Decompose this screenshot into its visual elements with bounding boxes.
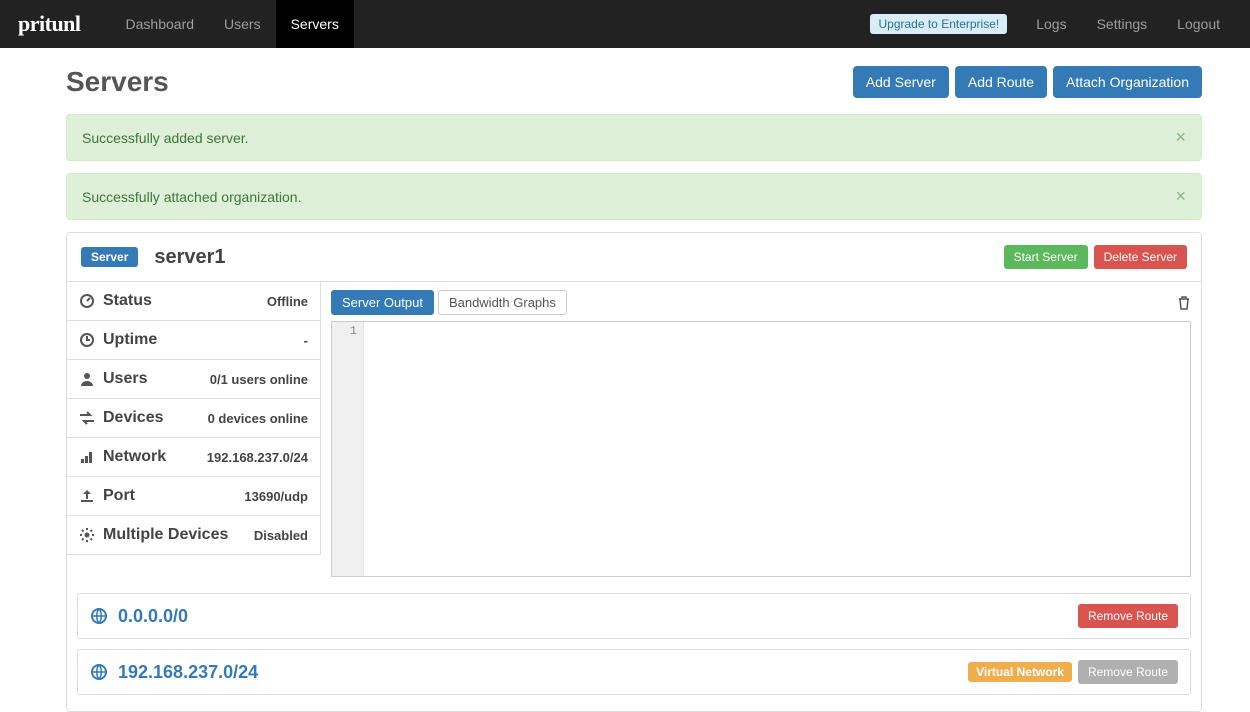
remove-route-button[interactable]: Remove Route [1078,660,1178,684]
close-icon[interactable]: × [1175,186,1186,207]
nav-dashboard[interactable]: Dashboard [111,0,210,48]
nav-servers[interactable]: Servers [276,0,354,48]
top-navbar: pritunl Dashboard Users Servers Upgrade … [0,0,1250,48]
stat-devices: Devices 0 devices online [67,399,321,438]
add-route-button[interactable]: Add Route [955,66,1047,98]
route-cidr: 0.0.0.0/0 [118,606,188,627]
stat-value: 13690/udp [244,489,308,504]
server-panel-header: Server server1 Start Server Delete Serve… [67,233,1201,282]
server-stats: Status Offline Uptime - Users 0/1 users … [67,282,321,587]
nav-settings[interactable]: Settings [1082,0,1163,48]
page-title: Servers [66,66,169,98]
server-tag: Server [81,247,138,267]
route-row: 192.168.237.0/24 Virtual Network Remove … [77,649,1191,695]
globe-icon [90,607,108,625]
nav-right: Upgrade to Enterprise! Logs Settings Log… [870,0,1235,48]
remove-route-button[interactable]: Remove Route [1078,604,1178,628]
server-output-area: Server Output Bandwidth Graphs 1 [321,282,1201,587]
stat-label: Status [103,292,152,310]
brand-logo: pritunl [0,11,111,37]
attach-organization-button[interactable]: Attach Organization [1053,66,1202,98]
nav-logout[interactable]: Logout [1162,0,1235,48]
clock-icon [79,332,97,348]
start-server-button[interactable]: Start Server [1004,245,1088,269]
routes-list: 0.0.0.0/0 Remove Route 192.168.237.0/24 … [67,587,1201,711]
globe-icon [90,663,108,681]
add-server-button[interactable]: Add Server [853,66,949,98]
nav-logs[interactable]: Logs [1021,0,1081,48]
stat-label: Devices [103,409,164,427]
page-header: Servers Add Server Add Route Attach Orga… [66,66,1202,98]
stat-uptime: Uptime - [67,321,321,360]
alert-success: Successfully attached organization. × [66,173,1202,220]
route-cidr: 192.168.237.0/24 [118,662,258,683]
gear-icon [79,527,97,543]
stat-label: Multiple Devices [103,526,228,544]
stat-value: - [304,333,308,348]
tab-server-output[interactable]: Server Output [331,290,434,315]
signal-icon [79,449,97,465]
upgrade-badge[interactable]: Upgrade to Enterprise! [870,14,1007,34]
stat-value: 192.168.237.0/24 [207,450,308,465]
devices-icon [79,410,97,426]
stat-multiple-devices: Multiple Devices Disabled [67,516,321,555]
stat-value: 0/1 users online [210,372,308,387]
stat-label: Port [103,487,135,505]
stat-status: Status Offline [67,282,321,321]
virtual-network-badge: Virtual Network [968,662,1072,682]
server-output-console[interactable]: 1 [331,321,1191,577]
alert-text: Successfully added server. [82,130,249,146]
stat-label: Uptime [103,331,157,349]
stat-value: Disabled [254,528,308,543]
stat-port: Port 13690/udp [67,477,321,516]
console-gutter: 1 [332,322,364,576]
alert-success: Successfully added server. × [66,114,1202,161]
route-row: 0.0.0.0/0 Remove Route [77,593,1191,639]
alert-text: Successfully attached organization. [82,189,301,205]
stat-value: Offline [267,294,308,309]
stat-users: Users 0/1 users online [67,360,321,399]
tab-bandwidth-graphs[interactable]: Bandwidth Graphs [438,290,567,315]
delete-server-button[interactable]: Delete Server [1094,245,1187,269]
nav-left: Dashboard Users Servers [111,0,354,48]
server-name: server1 [154,246,225,269]
stat-label: Users [103,370,147,388]
trash-icon[interactable] [1177,296,1191,310]
stat-value: 0 devices online [208,411,308,426]
nav-users[interactable]: Users [209,0,276,48]
dashboard-icon [79,293,97,309]
console-body [364,322,1190,576]
upload-icon [79,488,97,504]
user-icon [79,371,97,387]
close-icon[interactable]: × [1175,127,1186,148]
server-panel: Server server1 Start Server Delete Serve… [66,232,1202,712]
stat-label: Network [103,448,166,466]
stat-network: Network 192.168.237.0/24 [67,438,321,477]
